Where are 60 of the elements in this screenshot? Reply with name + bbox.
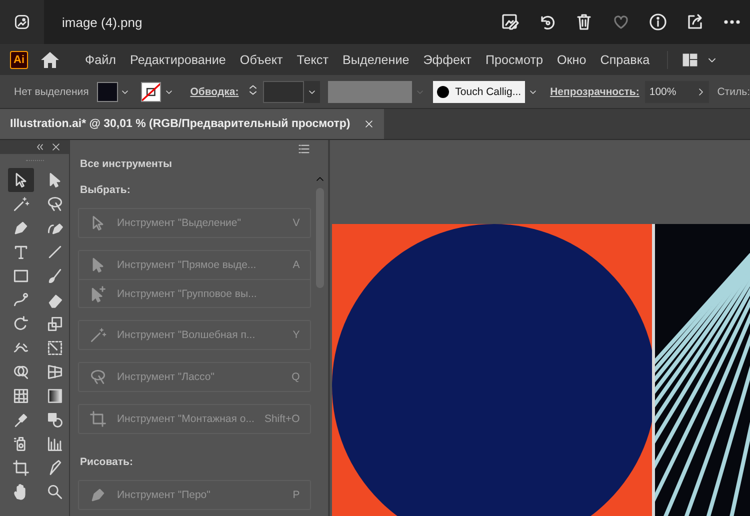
brush-dropdown[interactable]: Touch Callig... <box>433 80 526 102</box>
tool-button[interactable] <box>8 168 34 192</box>
selection-status: Нет выделения <box>14 86 89 98</box>
artboard-icon <box>12 459 30 477</box>
info-icon[interactable] <box>648 12 668 32</box>
stroke-label[interactable]: Обводка: <box>190 86 239 98</box>
line-segment-icon <box>46 243 64 261</box>
close-icon[interactable] <box>51 142 61 152</box>
menu-item[interactable]: Просмотр <box>478 52 550 66</box>
opacity-label[interactable]: Непрозрачность: <box>550 86 640 98</box>
file-name: image (4).png <box>62 14 144 30</box>
photos-app-icon <box>13 13 31 31</box>
paintbrush-icon <box>46 267 64 285</box>
magic-wand-icon <box>12 195 30 213</box>
menu-item[interactable]: Редактирование <box>122 52 233 66</box>
stroke-swatch-none[interactable] <box>140 82 162 102</box>
scroll-up-icon[interactable] <box>314 174 325 184</box>
rotate-icon <box>12 315 30 333</box>
gradient-icon <box>46 387 64 405</box>
eyedropper-icon <box>12 411 30 429</box>
shape-builder-icon <box>12 363 30 381</box>
pen-icon <box>12 219 30 237</box>
free-transform-icon <box>46 339 64 357</box>
document-tab[interactable]: Illustration.ai* @ 30,01 % (RGB/Предварительный просмотр) <box>0 109 384 139</box>
style-label: Стиль: <box>717 86 750 98</box>
app-logo[interactable]: Ai <box>10 50 28 68</box>
menu-item[interactable]: Эффект <box>416 52 478 66</box>
group-selection-arrow-icon <box>89 284 107 302</box>
collapse-icon[interactable] <box>35 142 45 152</box>
menu-item[interactable]: Выделение <box>336 52 416 66</box>
blend-icon <box>46 411 64 429</box>
menu-item[interactable]: Текст <box>290 52 336 66</box>
magic-wand-icon <box>89 326 107 344</box>
perspective-grid-icon <box>46 363 64 381</box>
column-graph-icon <box>46 435 64 453</box>
lasso-icon <box>46 195 64 213</box>
stroke-weight-field[interactable] <box>262 80 304 102</box>
panel-title: Все инструменты <box>80 158 173 170</box>
edit-image-icon[interactable] <box>500 12 520 32</box>
panel-menu-icon[interactable] <box>296 143 311 155</box>
rectangle-icon <box>12 267 30 285</box>
home-icon[interactable] <box>40 50 60 68</box>
menu-item[interactable]: Файл <box>78 52 123 66</box>
section-heading: Рисовать: <box>80 456 134 468</box>
section-heading: Выбрать: <box>80 184 132 196</box>
menu-item[interactable]: Объект <box>232 52 290 66</box>
fill-swatch[interactable] <box>96 82 118 102</box>
variable-width-field[interactable] <box>328 80 412 102</box>
artboard-icon <box>89 410 107 428</box>
menu-item[interactable]: Окно <box>550 52 594 66</box>
menu-item[interactable]: Справка <box>593 52 657 66</box>
pen-icon <box>89 486 107 504</box>
scale-icon <box>46 315 64 333</box>
lasso-icon <box>89 368 107 386</box>
share-icon[interactable] <box>685 12 705 32</box>
chevron-right-icon[interactable] <box>692 80 710 102</box>
opacity-field[interactable]: 100% <box>645 80 692 102</box>
type-icon <box>12 243 30 261</box>
mesh-icon <box>12 387 30 405</box>
zoom-icon <box>46 483 64 501</box>
